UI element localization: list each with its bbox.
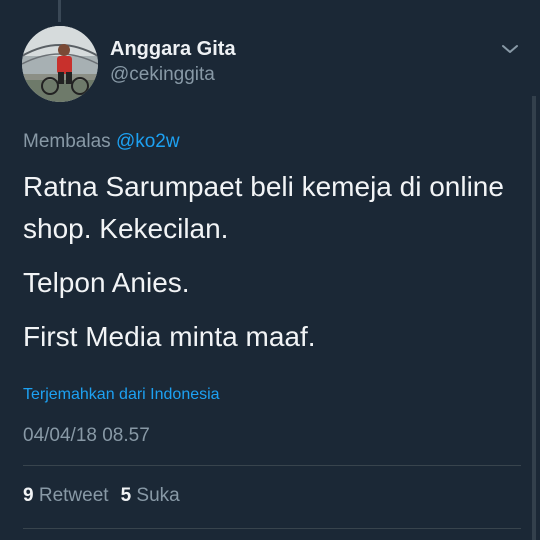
retweet-count: 9 [23,485,34,506]
replying-to: Membalas @ko2w [23,131,180,153]
thread-connector-line [58,0,61,22]
tweet-body-line: Ratna Sarumpaet beli kemeja di online sh… [23,171,504,244]
retweet-label: Retweet [38,485,109,506]
avatar-photo-icon [22,26,98,102]
retweet-count-link[interactable]: 9 Retweet [23,485,109,506]
like-label: Suka [136,485,180,506]
divider [23,465,521,466]
tweet-body: Ratna Sarumpaet beli kemeja di online sh… [23,166,513,358]
author-handle[interactable]: @cekinggita [110,64,215,86]
like-count-link[interactable]: 5 Suka [121,485,180,506]
divider [23,528,521,529]
scrollbar[interactable] [532,96,536,540]
replying-label: Membalas [23,131,111,152]
translate-link[interactable]: Terjemahkan dari Indonesia [23,386,220,404]
tweet-body-line: Telpon Anies. [23,267,190,298]
replying-mention-link[interactable]: @ko2w [116,131,180,152]
tweet-stats: 9 Retweet 5 Suka [23,485,180,507]
chevron-down-icon[interactable] [500,42,520,56]
author-avatar[interactable] [22,26,98,102]
like-count: 5 [120,485,132,506]
tweet-timestamp: 04/04/18 08.57 [23,425,150,446]
author-name[interactable]: Anggara Gita [110,38,236,61]
tweet-body-line: First Media minta maaf. [23,321,316,352]
